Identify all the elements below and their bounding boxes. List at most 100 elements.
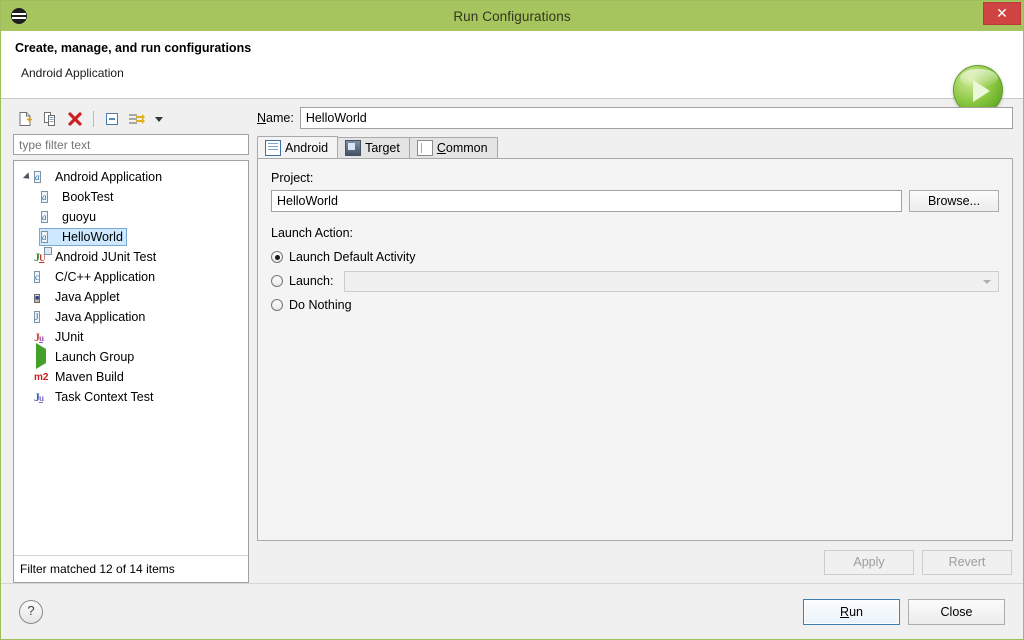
window-title: Run Configurations xyxy=(453,8,571,24)
tree-item-label: Java Application xyxy=(55,310,146,324)
tree-item-label: Launch Group xyxy=(55,350,135,364)
tree-item-label: Java Applet xyxy=(55,290,120,304)
filter-input[interactable] xyxy=(13,134,249,155)
apply-revert-row: Apply Revert xyxy=(257,541,1013,583)
tree-item-label: guoyu xyxy=(62,210,97,224)
name-label-rest: ame: xyxy=(266,111,294,125)
android-tab-icon xyxy=(265,139,281,156)
tree-item-android-junit-test[interactable]: JU Android JUnit Test xyxy=(14,247,248,267)
tree-item-launch-group[interactable]: Launch Group xyxy=(14,343,248,369)
tree-item-content: J Java Application xyxy=(33,308,148,326)
run-configurations-dialog: Run Configurations ✕ Create, manage, and… xyxy=(0,0,1024,640)
name-input[interactable] xyxy=(299,107,1013,129)
tree-item-booktest[interactable]: a BookTest xyxy=(14,187,248,207)
tree-item-guoyu[interactable]: a guoyu xyxy=(14,207,248,227)
tree-item-label: C/C++ Application xyxy=(55,270,156,284)
tree-item-label: HelloWorld xyxy=(62,230,123,244)
common-tab-icon xyxy=(416,140,433,156)
launch-default-activity-option[interactable]: Launch Default Activity xyxy=(271,245,999,269)
tree-expand-arrow-icon[interactable] xyxy=(20,171,33,184)
tree-item-content: Ju Task Context Test xyxy=(33,388,156,406)
delete-configuration-icon[interactable] xyxy=(65,109,85,129)
android-config-icon: a xyxy=(41,231,48,243)
android-config-icon: a xyxy=(41,191,48,203)
tree-item-java-application[interactable]: J Java Application xyxy=(14,307,248,327)
tree-item-maven-build[interactable]: m2 Maven Build xyxy=(14,367,248,387)
configuration-editor-pane: Name: Android Target Common Project: Brows… xyxy=(257,107,1013,583)
tree-item-label: Maven Build xyxy=(55,370,124,384)
help-question-icon[interactable]: ? xyxy=(19,599,43,624)
android-tab-panel: Project: Browse... Launch Action: Launch… xyxy=(257,158,1013,541)
tree-item-content: ■ Java Applet xyxy=(33,288,123,306)
target-device-icon xyxy=(345,140,362,156)
tree-item-helloworld[interactable]: a HelloWorld xyxy=(14,227,248,247)
apply-button[interactable]: Apply xyxy=(824,549,914,575)
tree-item-junit[interactable]: Ju JUnit xyxy=(14,327,248,347)
filter-icon[interactable] xyxy=(127,109,147,129)
project-row: Browse... xyxy=(271,190,999,212)
tab-label: Android xyxy=(285,140,329,155)
project-group-label: Project: xyxy=(271,171,314,185)
tree-item-task-context-test[interactable]: Ju Task Context Test xyxy=(14,387,248,407)
tree-item-content: Launch Group xyxy=(33,343,137,369)
new-configuration-icon[interactable] xyxy=(15,109,35,129)
chevron-down-icon xyxy=(983,279,991,284)
tree-item-content: a BookTest xyxy=(40,188,116,206)
launch-activity-combo[interactable] xyxy=(344,270,999,292)
tab-common[interactable]: Common xyxy=(408,137,498,158)
tree-item-android-application[interactable]: a Android Application xyxy=(14,167,248,187)
close-icon[interactable]: ✕ xyxy=(983,2,1021,25)
launch-default-activity-label: Launch Default Activity xyxy=(289,250,416,264)
collapse-all-icon[interactable] xyxy=(102,109,122,129)
tree-item-java-applet[interactable]: ■ Java Applet xyxy=(14,287,248,307)
do-nothing-option[interactable]: Do Nothing xyxy=(271,293,999,317)
tabs-area: Android Target Common Project: Browse... L… xyxy=(257,136,1013,541)
launch-activity-option[interactable]: Launch: xyxy=(271,269,999,293)
android-junit-icon: JU xyxy=(34,247,52,265)
filter-status: Filter matched 12 of 14 items xyxy=(14,555,248,582)
tree-item-content: a Android Application xyxy=(33,168,165,186)
revert-button[interactable]: Revert xyxy=(922,549,1012,575)
run-button[interactable]: Run xyxy=(803,598,900,625)
tree-item-label: Android JUnit Test xyxy=(55,250,157,264)
view-menu-caret-icon[interactable] xyxy=(152,109,166,129)
tab-strip: Android Target Common xyxy=(257,136,1013,158)
tree-item-label: Task Context Test xyxy=(55,390,154,404)
page-subtitle: Android Application xyxy=(21,66,124,80)
configurations-tree[interactable]: a Android Application a BookTest a guoyu a Hell… xyxy=(14,161,248,555)
tree-item-content: a HelloWorld xyxy=(39,228,127,246)
configurations-pane: a Android Application a BookTest a guoyu a Hell… xyxy=(13,107,249,583)
dialog-header: Create, manage, and run configurations A… xyxy=(1,31,1023,115)
browse-button[interactable]: Browse... xyxy=(909,190,999,212)
tree-item-content: JU Android JUnit Test xyxy=(33,247,159,266)
name-row: Name: xyxy=(257,107,1013,129)
tree-item-label: JUnit xyxy=(55,330,84,344)
task-context-test-icon: Ju xyxy=(34,390,44,404)
launch-group-icon xyxy=(34,343,50,369)
configurations-tree-box: a Android Application a BookTest a guoyu a Hell… xyxy=(13,160,249,583)
close-button[interactable]: Close xyxy=(908,598,1005,625)
tab-android[interactable]: Android xyxy=(257,136,339,158)
tab-label: Common xyxy=(436,141,488,155)
do-nothing-radio[interactable] xyxy=(271,299,283,311)
java-applet-icon: ■ xyxy=(34,294,41,303)
launch-activity-radio[interactable] xyxy=(271,275,283,287)
configurations-toolbar xyxy=(13,107,249,131)
eclipse-icon xyxy=(11,8,27,24)
tab-target[interactable]: Target xyxy=(337,137,410,158)
dialog-body: a Android Application a BookTest a guoyu a Hell… xyxy=(1,99,1023,583)
c-application-icon: c xyxy=(34,271,40,283)
launch-default-activity-radio[interactable] xyxy=(271,251,283,263)
tree-item-content: c C/C++ Application xyxy=(33,268,158,286)
android-config-icon: a xyxy=(34,171,41,183)
tree-item-content: a guoyu xyxy=(40,208,99,226)
maven-build-icon: m2 xyxy=(34,372,49,383)
duplicate-configuration-icon[interactable] xyxy=(40,109,60,129)
tree-item-c-c-application[interactable]: c C/C++ Application xyxy=(14,267,248,287)
toolbar-separator xyxy=(93,111,94,127)
do-nothing-label: Do Nothing xyxy=(289,298,352,312)
title-bar: Run Configurations ✕ xyxy=(1,1,1023,31)
page-title: Create, manage, and run configurations xyxy=(15,41,252,55)
project-input[interactable] xyxy=(271,190,902,212)
android-config-icon: a xyxy=(41,211,48,223)
